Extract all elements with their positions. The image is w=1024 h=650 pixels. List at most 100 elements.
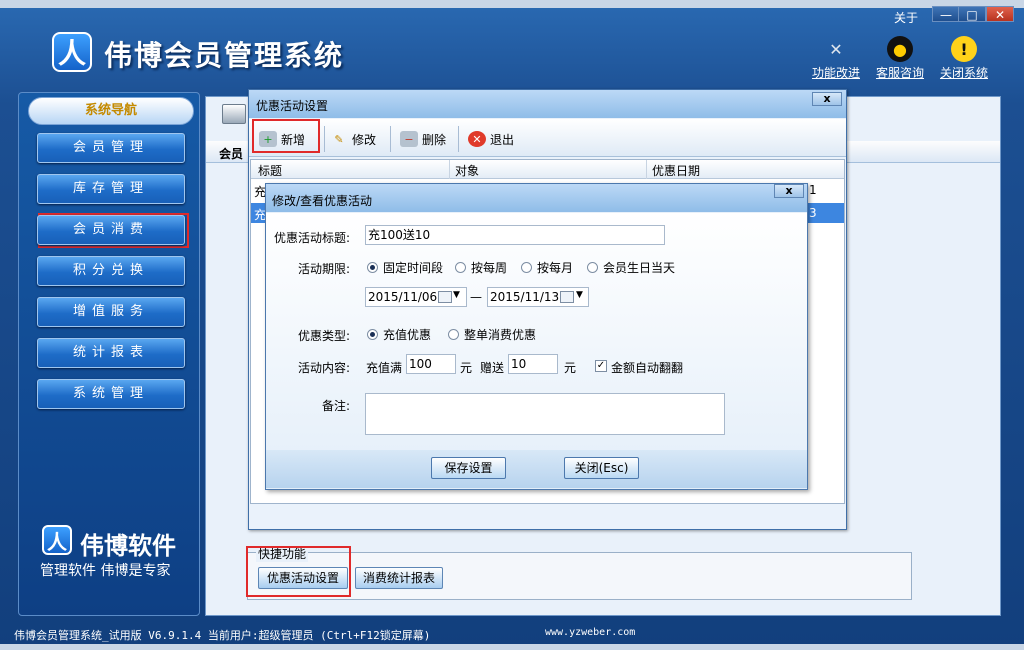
nav-points-exchange[interactable]: 积分兑换 xyxy=(37,256,185,286)
nav-statistics-reports[interactable]: 统计报表 xyxy=(37,338,185,368)
add-button[interactable]: + 新增 xyxy=(259,127,305,151)
calendar-icon[interactable] xyxy=(560,291,574,303)
radio-birthday[interactable]: 会员生日当天 xyxy=(587,259,675,276)
delete-icon: − xyxy=(400,131,418,147)
radio-weekly[interactable]: 按每周 xyxy=(455,259,507,276)
close-esc-button[interactable]: 关闭(Esc) xyxy=(564,457,639,479)
delete-button[interactable]: − 删除 xyxy=(400,127,446,151)
close-window-button[interactable]: ✕ xyxy=(986,6,1014,22)
radio-dot xyxy=(448,329,459,340)
minimize-button[interactable]: — xyxy=(932,6,960,22)
feature-improve-label: 功能改进 xyxy=(811,66,860,80)
toolbar-separator xyxy=(390,126,391,152)
column-divider xyxy=(646,160,647,179)
brand-slogan: 管理软件 伟博是专家 xyxy=(40,563,171,579)
radio-label: 会员生日当天 xyxy=(603,261,676,275)
save-button[interactable]: 保存设置 xyxy=(431,457,506,479)
radio-label: 按每月 xyxy=(537,261,574,275)
exit-button[interactable]: ✕ 退出 xyxy=(468,127,514,151)
delete-button-label: 删除 xyxy=(422,132,447,147)
close-system-label: 关闭系统 xyxy=(939,66,988,80)
nav-inventory-management[interactable]: 库存管理 xyxy=(37,174,185,204)
radio-label: 充值优惠 xyxy=(383,328,432,342)
toolbar-separator xyxy=(324,126,325,152)
radio-dot xyxy=(521,262,532,273)
radio-fixed-period[interactable]: 固定时间段 xyxy=(367,259,443,276)
radio-label: 按每周 xyxy=(471,261,508,275)
edit-dialog-title: 修改/查看优惠活动 xyxy=(272,194,373,208)
table-row-date[interactable]: 3 xyxy=(809,206,817,220)
gift-label: 赠送 xyxy=(480,361,505,375)
chevron-down-icon[interactable]: ▼ xyxy=(576,290,583,300)
nav-value-added-services[interactable]: 增值服务 xyxy=(37,297,185,327)
feature-improve-button[interactable]: ✕ 功能改进 xyxy=(806,36,866,82)
unit-yuan: 元 xyxy=(564,361,577,375)
radio-recharge-promo[interactable]: 充值优惠 xyxy=(367,326,431,343)
nav-member-management[interactable]: 会员管理 xyxy=(37,133,185,163)
auto-double-checkbox[interactable]: ✓ xyxy=(595,360,607,372)
date-separator: — xyxy=(470,290,482,304)
customer-service-label: 客服咨询 xyxy=(875,66,924,80)
promo-settings-button[interactable]: 优惠活动设置 xyxy=(258,567,348,589)
nav-title: 系统导航 xyxy=(28,97,194,125)
warning-icon: ! xyxy=(951,36,977,62)
desktop-strip xyxy=(0,0,1024,8)
recharge-prefix: 充值满 xyxy=(366,361,403,375)
nav-member-consumption[interactable]: 会员消费 xyxy=(37,215,185,245)
card-icon xyxy=(222,104,246,124)
column-promo-date[interactable]: 优惠日期 xyxy=(652,162,700,179)
nav-system-management[interactable]: 系统管理 xyxy=(37,379,185,409)
consumption-report-button[interactable]: 消费统计报表 xyxy=(355,567,443,589)
note-textarea[interactable] xyxy=(365,393,725,435)
promo-content-label: 活动内容: xyxy=(297,361,350,375)
column-divider xyxy=(449,160,450,179)
exit-button-label: 退出 xyxy=(490,132,515,147)
promo-title-label: 优惠活动标题: xyxy=(273,231,350,245)
brand-logo-icon: 人 xyxy=(42,525,72,555)
edit-button-label: 修改 xyxy=(352,132,377,147)
close-system-button[interactable]: ! 关闭系统 xyxy=(934,36,994,82)
radio-dot xyxy=(455,262,466,273)
desktop-strip-bottom xyxy=(0,644,1024,650)
edit-dialog-footer xyxy=(266,450,807,488)
add-button-label: 新增 xyxy=(281,132,306,147)
radio-dot xyxy=(367,329,378,340)
radio-label: 整单消费优惠 xyxy=(464,328,537,342)
edit-icon: ✎ xyxy=(334,132,344,146)
calendar-icon[interactable] xyxy=(438,291,452,303)
about-link[interactable]: 关于 xyxy=(894,9,918,26)
maximize-button[interactable]: □ xyxy=(958,6,986,22)
status-text: 伟博会员管理系统_试用版 V6.9.1.4 当前用户:超级管理员 (Ctrl+F… xyxy=(14,629,431,642)
add-icon: + xyxy=(259,131,277,147)
edit-dialog-body xyxy=(266,213,807,489)
unit-yuan: 元 xyxy=(460,361,473,375)
promo-dialog-title: 优惠活动设置 xyxy=(256,99,329,113)
toolbar-separator xyxy=(458,126,459,152)
promo-type-label: 优惠类型: xyxy=(297,329,350,343)
radio-label: 固定时间段 xyxy=(383,261,444,275)
tools-icon: ✕ xyxy=(829,39,843,59)
promo-dialog-close-button[interactable]: x xyxy=(812,92,842,106)
status-url[interactable]: www.yzweber.com xyxy=(545,627,635,638)
app-title: 伟博会员管理系统 xyxy=(104,39,345,72)
customer-service-button[interactable]: ● 客服咨询 xyxy=(870,36,930,82)
recharge-amount-input[interactable]: 100 xyxy=(406,354,456,374)
edit-button[interactable]: ✎ 修改 xyxy=(330,127,376,151)
exit-icon: ✕ xyxy=(468,131,486,147)
logo-icon: 人 xyxy=(52,32,92,72)
column-title[interactable]: 标题 xyxy=(258,162,282,179)
radio-monthly[interactable]: 按每月 xyxy=(521,259,573,276)
edit-dialog-close-button[interactable]: x xyxy=(774,184,804,198)
column-target[interactable]: 对象 xyxy=(455,162,479,179)
promo-table-header xyxy=(251,160,844,179)
chevron-down-icon[interactable]: ▼ xyxy=(453,290,460,300)
qq-penguin-icon: ● xyxy=(887,36,913,62)
table-row-date[interactable]: 1 xyxy=(809,183,817,197)
promo-dialog-titlebar xyxy=(249,90,846,118)
auto-double-label: 金额自动翻翻 xyxy=(611,361,684,375)
promo-title-input[interactable]: 充100送10 xyxy=(365,225,665,245)
radio-dot xyxy=(587,262,598,273)
gift-amount-input[interactable]: 10 xyxy=(508,354,558,374)
period-label: 活动期限: xyxy=(297,262,350,276)
radio-order-promo[interactable]: 整单消费优惠 xyxy=(448,326,536,343)
